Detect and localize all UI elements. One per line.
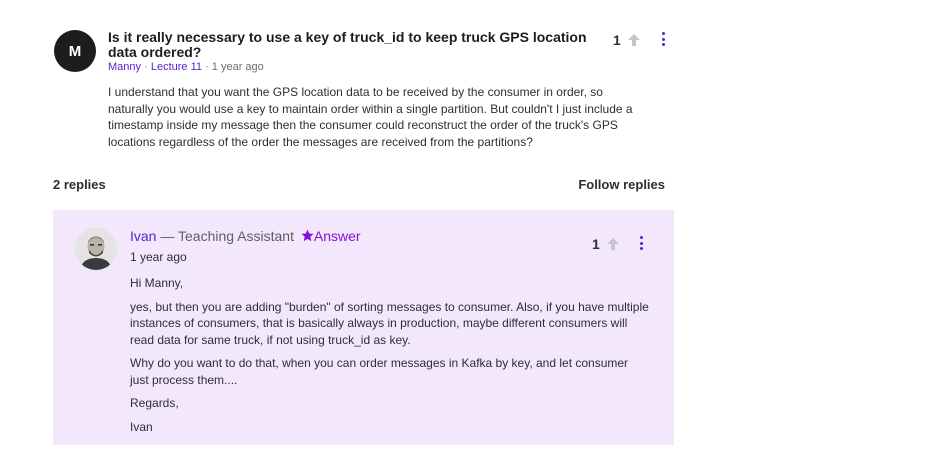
- reply-paragraph: yes, but then you are adding "burden" of…: [130, 299, 649, 347]
- replies-count: 2 replies: [53, 177, 106, 192]
- reply-vote: 1: [592, 236, 620, 252]
- question-meta: Manny · Lecture 11 · 1 year ago: [108, 61, 264, 73]
- avatar-initial: M: [68, 42, 82, 60]
- question-vote: 1: [613, 32, 641, 48]
- question-upvote-count: 1: [613, 32, 621, 48]
- meta-separator: ·: [205, 61, 212, 73]
- lecture-link[interactable]: Lecture 11: [151, 61, 202, 73]
- star-icon: [301, 229, 314, 242]
- reply-body: Hi Manny, yes, but then you are adding "…: [130, 275, 650, 442]
- reply-card: Ivan — Teaching Assistant Answer 1 year …: [53, 210, 674, 445]
- reply-paragraph: Regards,: [130, 396, 179, 410]
- replies-header: 2 replies Follow replies: [53, 177, 665, 195]
- question-author-link[interactable]: Manny: [108, 61, 141, 73]
- question-title: Is it really necessary to use a key of t…: [108, 29, 587, 60]
- reply-author-role: — Teaching Assistant: [160, 228, 294, 244]
- reply-author-link[interactable]: Ivan: [130, 228, 156, 244]
- reply-time: 1 year ago: [130, 250, 187, 264]
- upvote-arrow-icon[interactable]: [627, 33, 641, 47]
- reply-more-menu-icon[interactable]: [638, 236, 644, 250]
- question-time: 1 year ago: [211, 61, 264, 73]
- reply-upvote-count: 1: [592, 236, 600, 252]
- reply-paragraph: Why do you want to do that, when you can…: [130, 356, 629, 387]
- meta-separator: ·: [144, 61, 151, 73]
- question-body: I understand that you want the GPS locat…: [108, 85, 633, 149]
- reply-paragraph: Ivan: [130, 419, 153, 434]
- reply-paragraph: Hi Manny,: [130, 276, 184, 290]
- question-author-avatar[interactable]: M: [54, 30, 96, 72]
- avatar-photo: [75, 228, 117, 270]
- answer-badge: Answer: [313, 228, 361, 244]
- reply-author-avatar[interactable]: [75, 228, 117, 270]
- reply-header: Ivan — Teaching Assistant Answer: [130, 228, 361, 244]
- follow-replies-button[interactable]: Follow replies: [578, 177, 665, 192]
- upvote-arrow-icon[interactable]: [606, 237, 620, 251]
- question-more-menu-icon[interactable]: [660, 32, 666, 46]
